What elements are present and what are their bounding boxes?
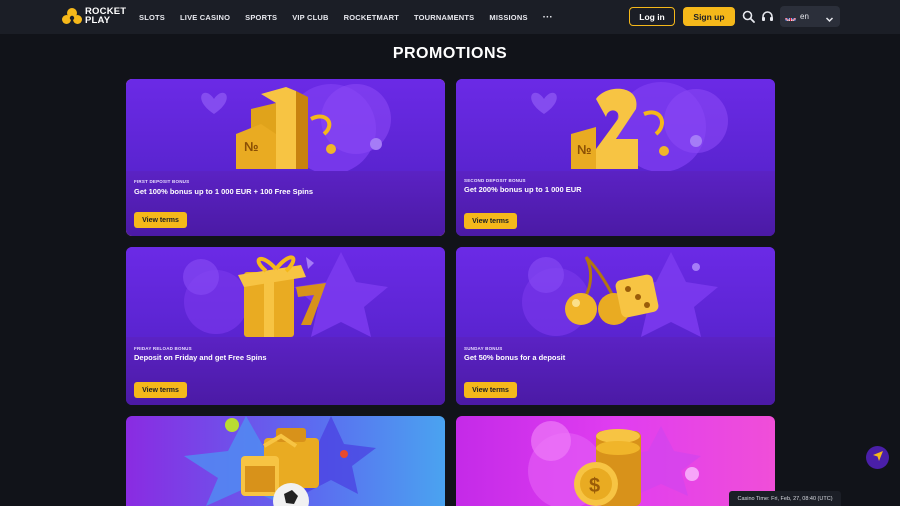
promo-card-body: FIRST DEPOSIT BONUS Get 100% bonus up to… — [126, 171, 445, 236]
nav-more-button[interactable]: ··· — [543, 12, 553, 23]
promo-card-body: FRIDAY RELOAD BONUS Deposit on Friday an… — [126, 337, 445, 405]
view-terms-button[interactable]: View terms — [134, 382, 187, 398]
promo-art-gift-seven — [126, 247, 445, 337]
login-button[interactable]: Log in — [629, 7, 675, 26]
view-terms-button[interactable]: View terms — [134, 212, 187, 228]
nav-item-vip-club[interactable]: VIP CLUB — [292, 13, 328, 22]
rocketplay-logo[interactable]: ROCKET PLAY — [62, 7, 126, 25]
chat-launcher-button[interactable] — [866, 446, 889, 469]
promo-art-gold-coins: $ — [528, 421, 701, 506]
promo-card-body: SUNDAY BONUS Get 50% bonus for a deposit… — [456, 337, 775, 405]
nav-item-missions[interactable]: MISSIONS — [489, 13, 527, 22]
promo-art-cherries-dice — [456, 247, 775, 337]
casino-time-label: Casino Time: Fri, Feb, 27, 08:40 (UTC) — [729, 491, 841, 506]
promo-kicker: SUNDAY BONUS — [464, 346, 503, 351]
view-terms-button[interactable]: View terms — [464, 213, 517, 229]
promo-title: Get 50% bonus for a deposit — [464, 353, 566, 362]
support-headset-icon[interactable] — [761, 10, 774, 23]
promo-art-number-one: № — [126, 79, 445, 171]
promo-card-calendar[interactable] — [126, 416, 445, 506]
promo-card-first-deposit[interactable]: № FIRST DEPOSIT BONUS Get 100% bonus up … — [126, 79, 445, 236]
svg-text:№: № — [577, 142, 592, 157]
promo-kicker: FRIDAY RELOAD BONUS — [134, 346, 192, 351]
logo-line-2: PLAY — [85, 15, 111, 26]
nav-item-tournaments[interactable]: TOURNAMENTS — [414, 13, 474, 22]
nav-item-sports[interactable]: SPORTS — [245, 13, 277, 22]
promo-title: Get 100% bonus up to 1 000 EUR + 100 Fre… — [134, 187, 314, 196]
language-selector[interactable]: en — [780, 6, 840, 27]
nav-item-rocketmart[interactable]: ROCKETMART — [344, 13, 399, 22]
uk-flag-icon — [785, 13, 796, 21]
promo-kicker: SECOND DEPOSIT BONUS — [464, 178, 526, 183]
top-header: ROCKET PLAY SLOTS LIVE CASINO SPORTS VIP… — [0, 0, 900, 34]
logo-wordmark: ROCKET PLAY — [85, 7, 126, 26]
promo-title: Deposit on Friday and get Free Spins — [134, 353, 267, 362]
promo-card-gold-coins[interactable]: $ — [456, 416, 775, 506]
svg-text:$: $ — [589, 475, 600, 497]
promo-card-second-deposit[interactable]: № SECOND DEPOSIT BONUS Get 200% bonus up… — [456, 79, 775, 236]
svg-text:№: № — [244, 139, 259, 154]
main-nav: SLOTS LIVE CASINO SPORTS VIP CLUB ROCKET… — [139, 0, 553, 34]
promo-art-number-two: № — [456, 79, 775, 171]
nav-item-live-casino[interactable]: LIVE CASINO — [180, 13, 230, 22]
view-terms-button[interactable]: View terms — [464, 382, 517, 398]
page-title: PROMOTIONS — [392, 45, 508, 62]
nav-item-slots[interactable]: SLOTS — [139, 13, 165, 22]
promo-art-calendar-gift-ball — [184, 416, 376, 506]
chevron-down-icon — [825, 11, 834, 29]
promo-kicker: FIRST DEPOSIT BONUS — [134, 179, 190, 184]
promo-card-sunday[interactable]: SUNDAY BONUS Get 50% bonus for a deposit… — [456, 247, 775, 405]
promo-title: Get 200% bonus up to 1 000 EUR — [464, 185, 582, 194]
signup-button[interactable]: Sign up — [683, 7, 735, 26]
search-icon[interactable] — [742, 10, 755, 23]
send-arrow-icon — [872, 449, 884, 467]
promo-card-friday-reload[interactable]: FRIDAY RELOAD BONUS Deposit on Friday an… — [126, 247, 445, 405]
language-label: en — [800, 12, 809, 21]
rocket-logo-icon — [62, 7, 82, 25]
promo-card-body: SECOND DEPOSIT BONUS Get 200% bonus up t… — [456, 171, 775, 236]
